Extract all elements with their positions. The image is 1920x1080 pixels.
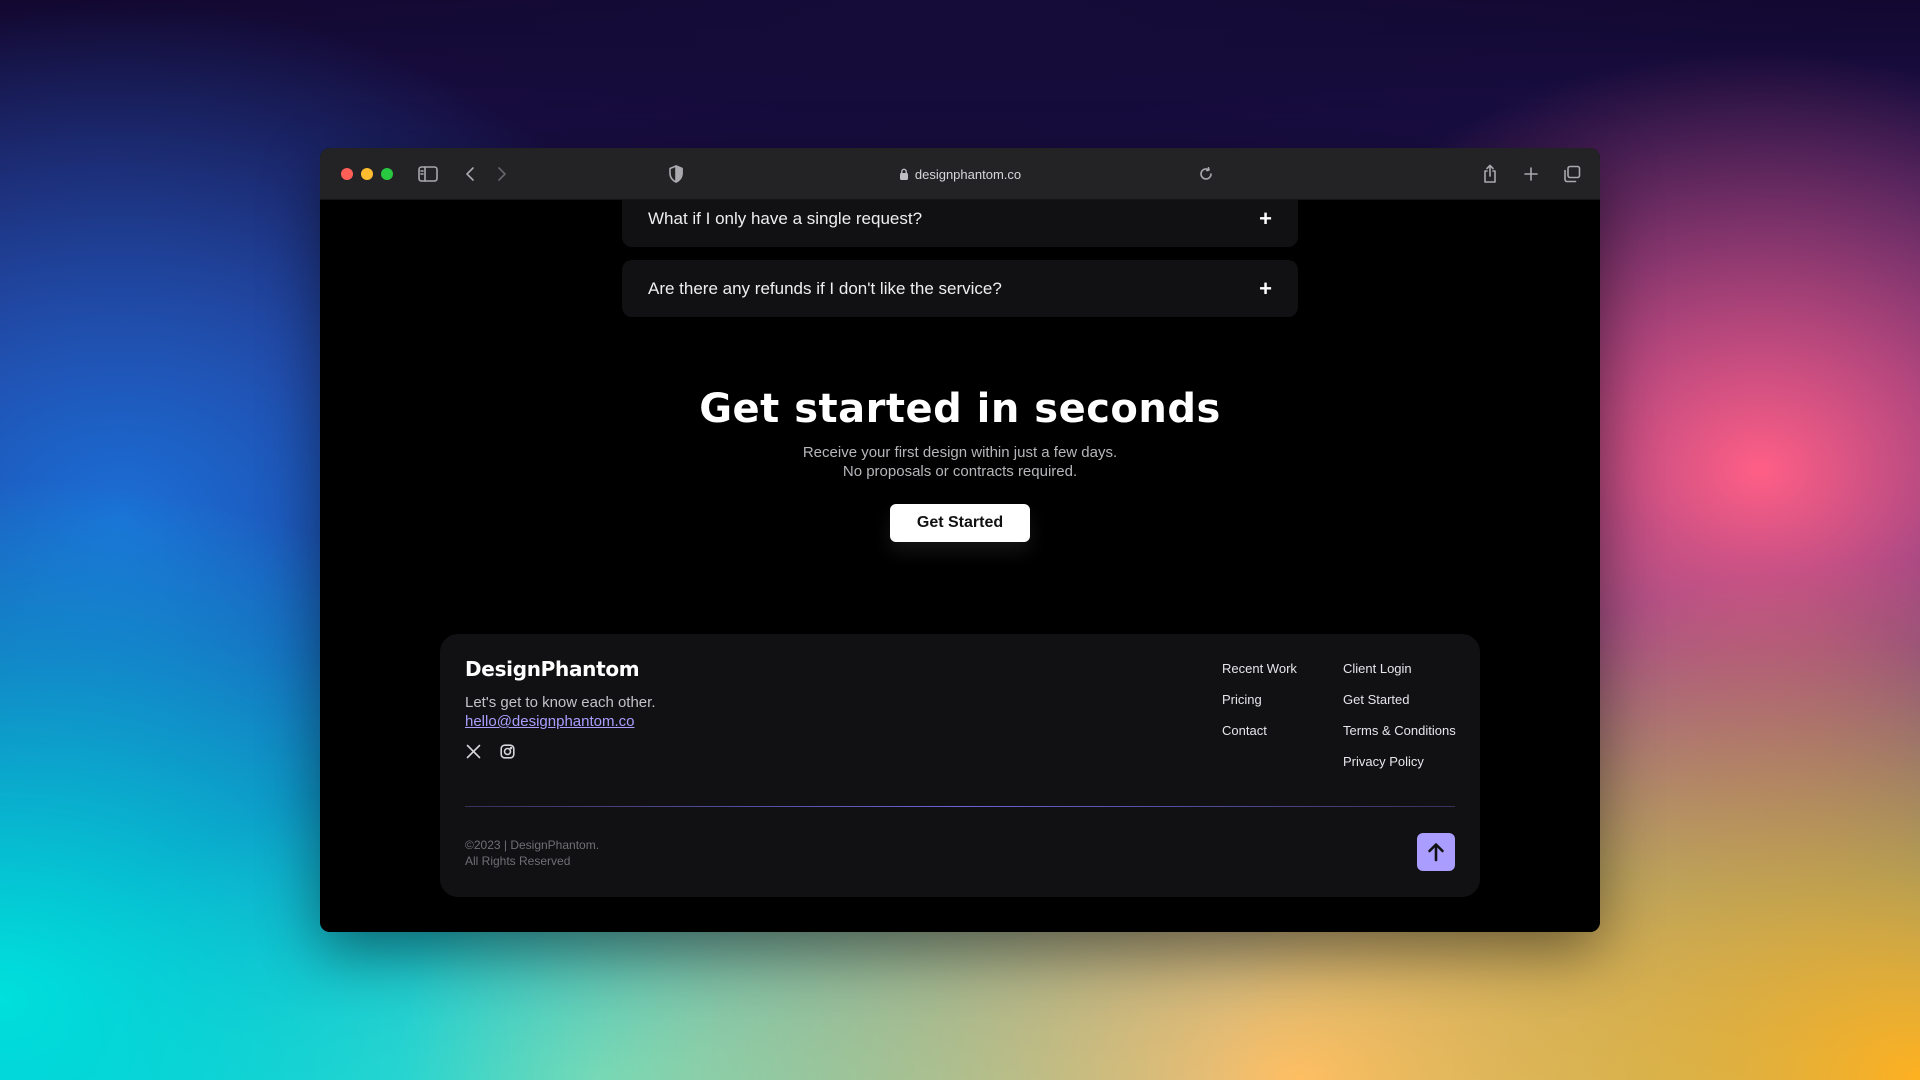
- footer-link-terms[interactable]: Terms & Conditions: [1343, 723, 1456, 738]
- footer-link-contact[interactable]: Contact: [1222, 723, 1267, 738]
- site-footer: DesignPhantom Let's get to know each oth…: [440, 634, 1480, 897]
- sidebar-icon[interactable]: [416, 162, 440, 186]
- copyright-text: ©2023 | DesignPhantom. All Rights Reserv…: [465, 837, 599, 869]
- x-twitter-icon[interactable]: [464, 742, 482, 760]
- get-started-button[interactable]: Get Started: [890, 504, 1030, 542]
- lock-icon: [899, 168, 908, 180]
- footer-link-get-started[interactable]: Get Started: [1343, 692, 1409, 707]
- cta-subtitle: Receive your first design within just a …: [320, 443, 1600, 481]
- reload-icon[interactable]: [1194, 162, 1218, 186]
- footer-tagline: Let's get to know each other.: [465, 694, 656, 711]
- tabs-overview-icon[interactable]: [1560, 162, 1584, 186]
- arrow-up-icon: [1428, 843, 1444, 862]
- browser-window: designphantom.co What if I only have a s…: [320, 148, 1600, 932]
- address-bar[interactable]: designphantom.co: [880, 162, 1040, 186]
- copyright-line-1: ©2023 | DesignPhantom.: [465, 838, 600, 852]
- faq-item-single-request[interactable]: What if I only have a single request? +: [622, 200, 1298, 247]
- footer-link-pricing[interactable]: Pricing: [1222, 692, 1262, 707]
- back-to-top-button[interactable]: [1417, 833, 1455, 871]
- close-window-button[interactable]: [341, 168, 353, 180]
- expand-plus-icon[interactable]: +: [1259, 277, 1272, 300]
- share-icon[interactable]: [1478, 162, 1502, 186]
- minimize-window-button[interactable]: [361, 168, 373, 180]
- cta-heading: Get started in seconds: [699, 386, 1221, 432]
- cta-subtitle-line-2: No proposals or contracts required.: [842, 463, 1078, 480]
- url-text: designphantom.co: [914, 166, 1022, 182]
- expand-plus-icon[interactable]: +: [1259, 207, 1272, 230]
- forward-icon[interactable]: [490, 162, 514, 186]
- footer-link-client-login[interactable]: Client Login: [1343, 661, 1412, 676]
- shield-icon[interactable]: [664, 162, 688, 186]
- new-tab-icon[interactable]: [1519, 162, 1543, 186]
- contact-email-link[interactable]: hello@designphantom.co: [465, 713, 635, 730]
- back-icon[interactable]: [458, 162, 482, 186]
- instagram-icon[interactable]: [498, 742, 516, 760]
- footer-divider: [465, 806, 1455, 807]
- browser-toolbar: designphantom.co: [320, 148, 1600, 200]
- brand-logo[interactable]: DesignPhantom: [465, 657, 640, 681]
- zoom-window-button[interactable]: [381, 168, 393, 180]
- footer-link-recent-work[interactable]: Recent Work: [1222, 661, 1297, 676]
- copyright-line-2: All Rights Reserved: [465, 854, 571, 868]
- page-content: What if I only have a single request? + …: [320, 200, 1600, 932]
- faq-question: Are there any refunds if I don't like th…: [648, 278, 1002, 298]
- footer-link-privacy[interactable]: Privacy Policy: [1343, 754, 1424, 769]
- cta-subtitle-line-1: Receive your first design within just a …: [802, 444, 1118, 461]
- faq-item-refunds[interactable]: Are there any refunds if I don't like th…: [622, 260, 1298, 317]
- faq-question: What if I only have a single request?: [648, 208, 923, 228]
